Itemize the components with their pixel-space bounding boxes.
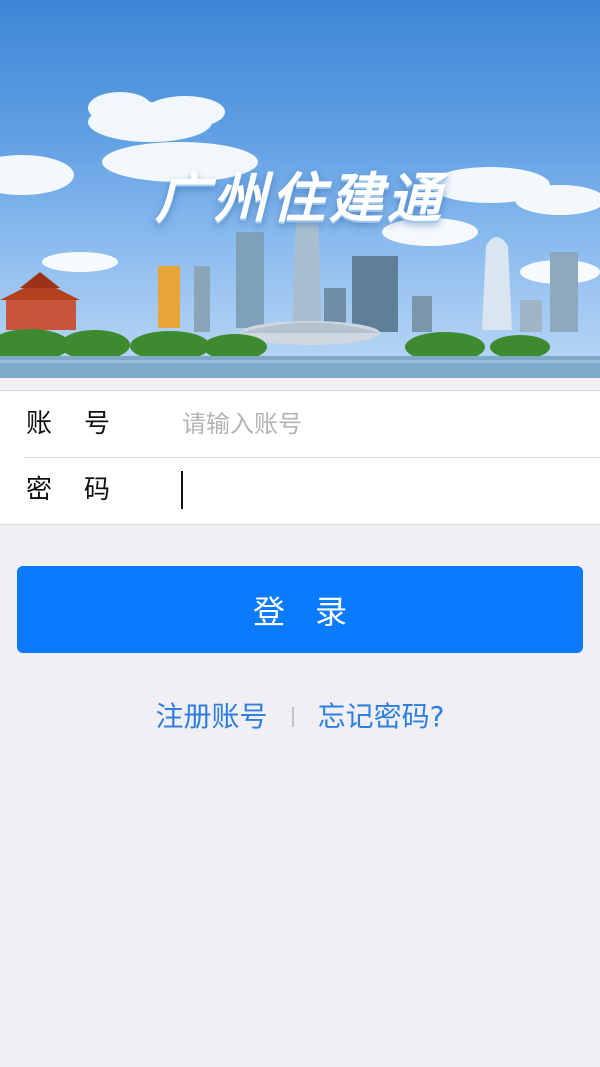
- auth-links: 注册账号 忘记密码?: [0, 690, 600, 740]
- forgot-password-link[interactable]: 忘记密码?: [318, 695, 445, 735]
- account-row: 账号: [0, 391, 600, 457]
- header-banner: 广州住建通: [0, 0, 600, 378]
- password-row: 密码: [0, 457, 600, 523]
- account-input[interactable]: [182, 401, 576, 447]
- password-label: 密码: [26, 475, 143, 505]
- account-label: 账号: [26, 409, 143, 439]
- text-cursor: [181, 471, 183, 509]
- password-input[interactable]: [182, 467, 576, 513]
- link-separator: [291, 707, 294, 727]
- register-link[interactable]: 注册账号: [156, 695, 268, 735]
- app-title: 广州住建通: [155, 167, 445, 230]
- login-button[interactable]: 登录: [17, 566, 583, 653]
- login-form: 账号 密码: [0, 390, 600, 525]
